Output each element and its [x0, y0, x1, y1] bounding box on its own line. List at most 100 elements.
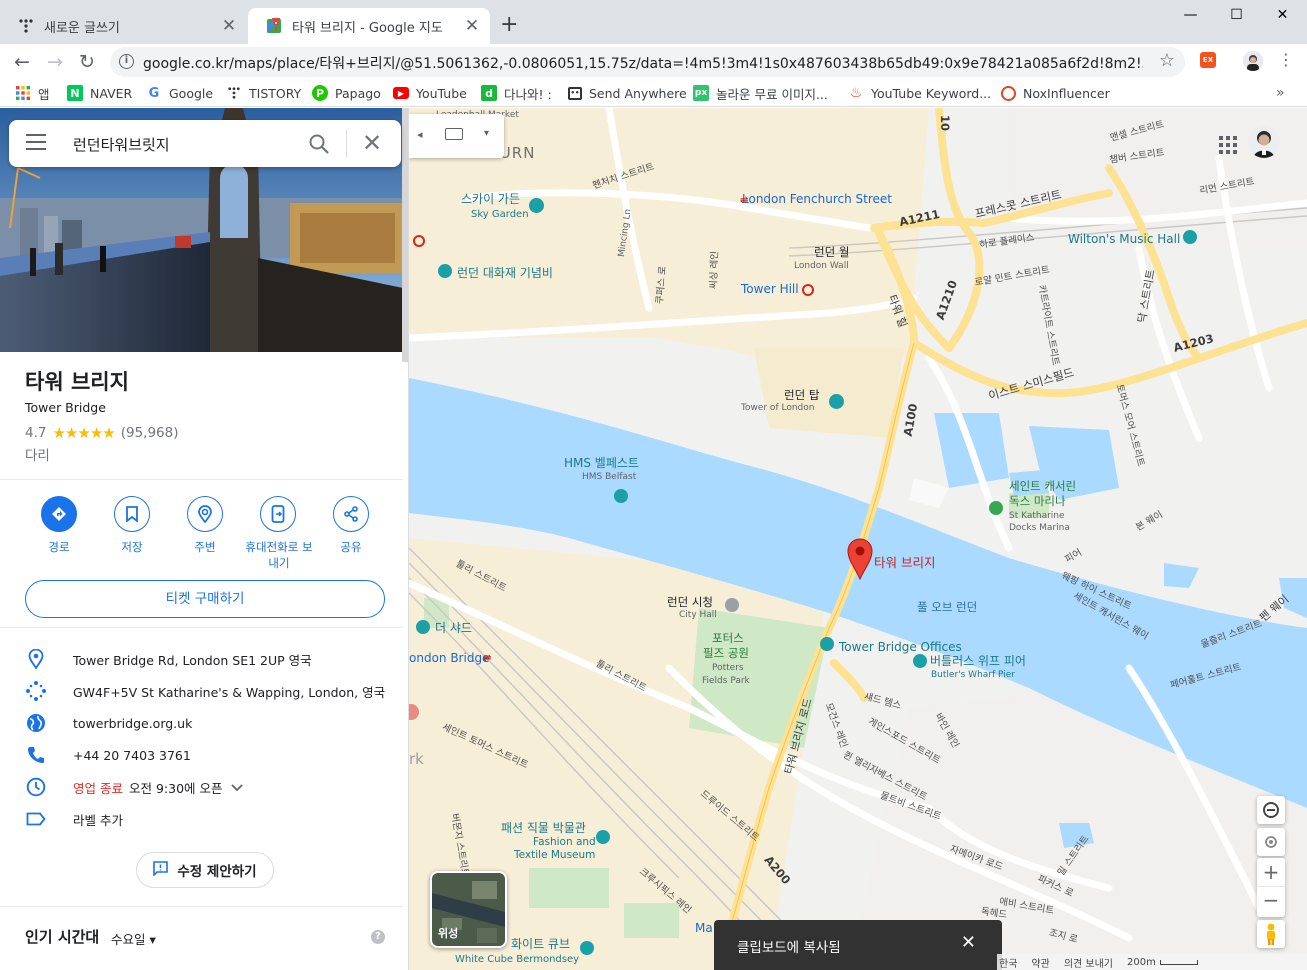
poi-butlers-wharf[interactable]: 버틀러스 위프 피어	[930, 654, 1026, 668]
url-text[interactable]: google.co.kr/maps/place/타워+브리지/@51.50613…	[143, 53, 1143, 73]
poi-fashion-museum[interactable]: 패션 직물 박물관	[501, 821, 586, 835]
tab-new-post[interactable]: 새로운 글쓰기 ✕	[0, 8, 247, 44]
review-count[interactable]: (95,968)	[121, 425, 179, 441]
selected-place-label[interactable]: 타워 브리지	[874, 552, 935, 571]
close-tab-icon[interactable]: ✕	[462, 16, 482, 36]
search-box: 런던타워브릿지 ✕	[9, 120, 401, 167]
website-row[interactable]: towerbridge.org.uk	[25, 712, 192, 734]
address-bar[interactable]: i google.co.kr/maps/place/타워+브리지/@51.506…	[110, 47, 1185, 77]
panel-scrollbar[interactable]	[402, 108, 408, 362]
menu-icon[interactable]	[26, 134, 46, 152]
directions-icon	[41, 496, 77, 532]
poi-wiltons[interactable]: Wilton's Music Hall	[1068, 232, 1180, 246]
action-label: 공유	[340, 540, 362, 554]
phone-row[interactable]: +44 20 7403 3761	[25, 744, 191, 766]
bookmark-nox[interactable]: NoxInfluencer	[1001, 84, 1110, 102]
zoom-out-button[interactable]: −	[1257, 887, 1285, 916]
popular-day-select[interactable]: 수요일 ▾	[111, 929, 156, 948]
poi-st-katharine[interactable]: 세인트 캐서린	[1009, 480, 1076, 493]
maximize-button[interactable]: ☐	[1214, 2, 1259, 28]
browser-menu-icon[interactable]: ⋮	[1278, 50, 1294, 69]
bookmark-tistory[interactable]: TISTORY	[226, 84, 301, 102]
station-london-bridge[interactable]: ondon Bridge	[409, 651, 489, 665]
poi-tower-of-london[interactable]: 런던 탑	[784, 387, 819, 403]
bookmark-google[interactable]: G Google	[146, 84, 213, 102]
buy-tickets-button[interactable]: 티켓 구매하기	[25, 580, 385, 618]
rotate-map-button[interactable]	[1257, 796, 1285, 824]
close-window-button[interactable]: ✕	[1260, 2, 1305, 28]
address-row[interactable]: Tower Bridge Rd, London SE1 2UP 영국	[25, 648, 312, 670]
tab-google-maps[interactable]: 타워 브리지 - Google 지도 ✕	[248, 8, 490, 44]
directions-button[interactable]: 경로	[24, 496, 94, 555]
chevron-down-icon[interactable]	[230, 780, 243, 795]
extension-icon[interactable]: EX	[1200, 52, 1216, 68]
underground-icon	[802, 284, 814, 296]
help-icon[interactable]: ?	[371, 930, 385, 944]
minimize-button[interactable]: —	[1168, 2, 1213, 28]
keyboard-icon[interactable]	[445, 128, 463, 140]
poi-white-cube[interactable]: 화이트 큐브	[511, 937, 570, 951]
place-category[interactable]: 다리	[25, 444, 50, 464]
poi-sky-garden[interactable]: 스카이 가든	[461, 192, 520, 206]
bookmark-pixabay[interactable]: px 놀라운 무료 이미지...	[693, 84, 828, 102]
more-bookmarks-icon[interactable]: »	[1276, 85, 1285, 101]
poi-pin-icon	[829, 394, 844, 409]
search-input[interactable]: 런던타워브릿지	[73, 134, 170, 155]
account-avatar[interactable]	[1248, 126, 1280, 158]
new-tab-button[interactable]: +	[500, 12, 518, 37]
hours-row[interactable]: 영업 종료 오전 9:30에 오픈	[25, 776, 243, 798]
collapse-panel-icon[interactable]: ◂	[417, 128, 423, 141]
bookmark-apps[interactable]: 앱	[15, 84, 50, 102]
selected-place-pin-icon[interactable]	[847, 538, 873, 584]
map-layer-toolbar[interactable]: ◂ ▾	[409, 114, 504, 158]
reload-button[interactable]: ↻	[75, 50, 99, 74]
send-to-phone-button[interactable]: 휴대전화로 보내기	[243, 496, 313, 571]
map-canvas[interactable]: Leadenhall Market OURN 스카이 가든 Sky Garden…	[409, 108, 1307, 970]
chevron-down-icon[interactable]: ▾	[484, 128, 489, 139]
footer-feedback[interactable]: 의견 보내기	[1064, 955, 1113, 970]
poi-fire-monument[interactable]: 런던 대화재 기념비	[457, 266, 553, 280]
poi-potters-fields[interactable]: 포터스	[712, 632, 744, 645]
satellite-layer-toggle[interactable]: 위성	[430, 871, 507, 948]
poi-london-wall[interactable]: 런던 월	[814, 244, 849, 260]
bookmark-naver[interactable]: N NAVER	[67, 84, 132, 102]
profile-avatar[interactable]	[1243, 51, 1263, 71]
poi-city-hall[interactable]: 런던 시청	[667, 594, 713, 610]
forward-button[interactable]: →	[43, 50, 67, 74]
zoom-in-button[interactable]: +	[1257, 858, 1285, 887]
clear-search-icon[interactable]: ✕	[362, 129, 382, 157]
footer-country[interactable]: 한국	[999, 955, 1017, 970]
bookmark-youtube-keyword[interactable]: ♨ YouTube Keyword...	[848, 84, 991, 102]
bookmark-star-icon[interactable]: ☆	[1159, 50, 1175, 71]
rail-icon: ⇌	[483, 653, 492, 664]
bookmark-send-anywhere[interactable]: •• Send Anywhere	[568, 84, 687, 102]
search-icon[interactable]	[307, 132, 331, 156]
bookmark-papago[interactable]: P Papago	[312, 84, 381, 102]
station-fenchurch[interactable]: London Fenchurch Street	[742, 192, 892, 206]
save-button[interactable]: 저장	[97, 496, 167, 555]
add-label-row[interactable]: 라벨 추가	[25, 808, 123, 830]
pegman-button[interactable]	[1257, 920, 1285, 948]
poi-tower-bridge-offices[interactable]: Tower Bridge Offices	[839, 640, 962, 654]
keyword-flame-icon: ♨	[849, 85, 863, 101]
suggest-edit-button[interactable]: 수정 제안하기	[136, 852, 274, 888]
share-button[interactable]: 공유	[316, 496, 386, 555]
my-location-button[interactable]	[1257, 828, 1285, 856]
close-icon[interactable]: ✕	[961, 932, 976, 953]
google-apps-icon[interactable]	[1219, 136, 1237, 154]
site-info-icon[interactable]: i	[119, 54, 134, 69]
bookmark-label: Send Anywhere	[589, 85, 687, 101]
bookmark-youtube[interactable]: ▶ YouTube	[393, 84, 467, 102]
scale-bar[interactable]: 200m	[1127, 957, 1198, 968]
nearby-button[interactable]: 주변	[170, 496, 240, 555]
close-tab-icon[interactable]: ✕	[219, 16, 239, 36]
map-label: rk	[409, 750, 424, 768]
bookmark-danawa[interactable]: d 다나와! :	[481, 84, 552, 102]
footer-terms[interactable]: 약관	[1031, 955, 1049, 970]
papago-icon: P	[312, 85, 328, 101]
plus-code-row[interactable]: GW4F+5V St Katharine's & Wapping, London…	[25, 680, 385, 702]
back-button[interactable]: ←	[10, 50, 34, 74]
poi-hms-belfast[interactable]: HMS 벨페스트	[564, 456, 639, 470]
poi-the-shard[interactable]: 더 샤드	[435, 621, 472, 635]
station-tower-hill[interactable]: Tower Hill	[741, 282, 799, 296]
